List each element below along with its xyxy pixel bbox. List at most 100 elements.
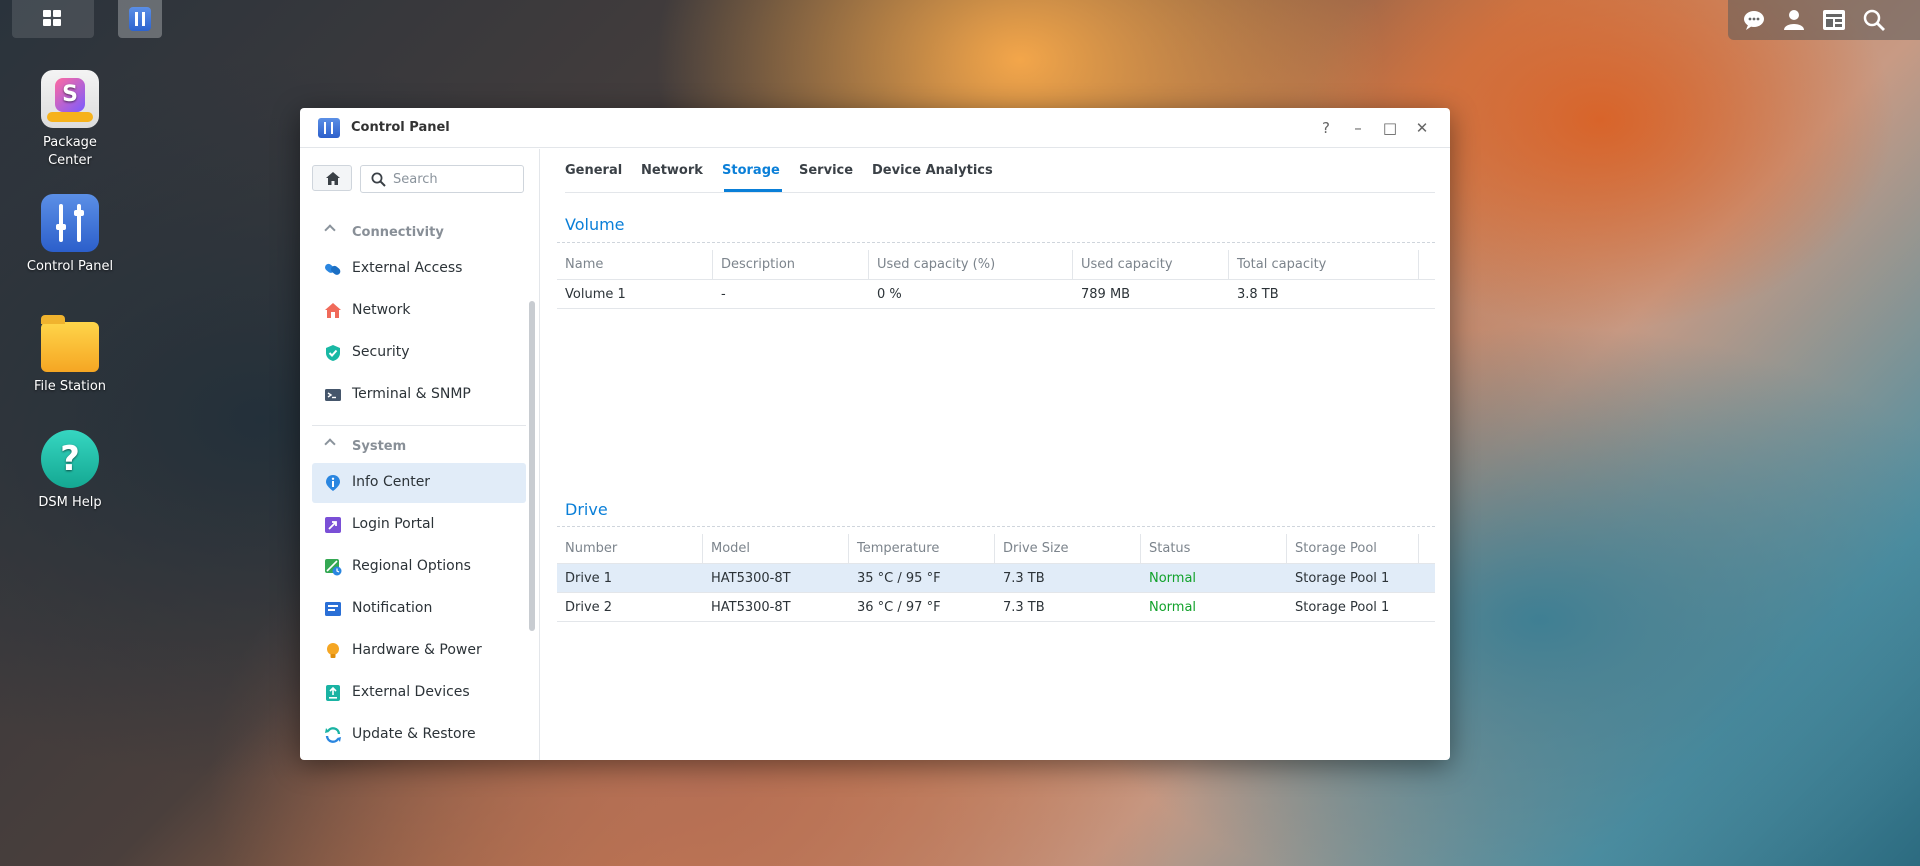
col-total-capacity[interactable]: Total capacity xyxy=(1229,250,1419,280)
drive-table-header: Number Model Temperature Drive Size Stat… xyxy=(557,534,1435,564)
window-title: Control Panel xyxy=(351,120,450,135)
folder-icon xyxy=(41,315,99,372)
sidebar-scrollbar[interactable] xyxy=(529,301,535,631)
desktop-file-station[interactable]: File Station xyxy=(20,314,120,396)
search-icon xyxy=(371,172,386,187)
sidebar-item-notification[interactable]: Notification xyxy=(312,589,526,629)
help-icon: ? xyxy=(41,430,99,488)
table-row[interactable]: Volume 1 - 0 % 789 MB 3.8 TB xyxy=(557,280,1435,309)
volume-table-header: Name Description Used capacity (%) Used … xyxy=(557,250,1435,280)
tab-general[interactable]: General xyxy=(565,163,622,178)
tab-divider xyxy=(565,192,1435,193)
desktop-icon-label: DSM Help xyxy=(38,495,102,510)
apps-grid-icon xyxy=(43,10,63,28)
volume-table: Name Description Used capacity (%) Used … xyxy=(557,250,1435,309)
main-menu-button[interactable] xyxy=(12,0,94,38)
cell-total-capacity: 3.8 TB xyxy=(1237,287,1279,302)
search-icon[interactable] xyxy=(1862,9,1886,31)
col-temperature[interactable]: Temperature xyxy=(849,534,995,564)
refresh-icon xyxy=(325,727,341,743)
desktop-icon-label: File Station xyxy=(33,379,107,394)
cell-status: Normal xyxy=(1149,571,1197,586)
tab-device-analytics[interactable]: Device Analytics xyxy=(872,163,993,178)
control-panel-icon xyxy=(41,194,99,252)
notification-icon xyxy=(325,602,341,616)
tab-network[interactable]: Network xyxy=(641,163,703,178)
col-drive-size[interactable]: Drive Size xyxy=(995,534,1141,564)
control-panel-window: Control Panel ? – □ ✕ Connectivity Ex xyxy=(300,108,1450,760)
minimize-button[interactable]: – xyxy=(1348,118,1368,138)
desktop-dsm-help[interactable]: ? DSM Help xyxy=(20,430,120,512)
sidebar-item-info-center[interactable]: Info Center xyxy=(312,463,526,503)
col-model[interactable]: Model xyxy=(703,534,849,564)
cell-temperature: 35 °C / 95 °F xyxy=(857,571,941,586)
widgets-icon[interactable] xyxy=(1822,9,1846,31)
sidebar-item-hardware-power[interactable]: Hardware & Power xyxy=(312,631,526,671)
control-panel-icon xyxy=(129,7,151,31)
desktop-icon-label: Control Panel xyxy=(26,259,114,274)
link-icon xyxy=(325,263,341,275)
desktop-control-panel[interactable]: Control Panel xyxy=(20,194,120,276)
maximize-button[interactable]: □ xyxy=(1380,118,1400,138)
section-divider xyxy=(312,425,526,426)
search-input[interactable] xyxy=(393,170,518,188)
col-description[interactable]: Description xyxy=(713,250,869,280)
table-row[interactable]: Drive 2 HAT5300-8T 36 °C / 97 °F 7.3 TB … xyxy=(557,593,1435,622)
chevron-up-icon xyxy=(324,438,336,450)
globe-clock-icon xyxy=(325,559,342,576)
taskbar-control-panel-button[interactable] xyxy=(118,0,162,38)
help-button[interactable]: ? xyxy=(1316,118,1336,138)
sidebar-item-security[interactable]: Security xyxy=(312,333,526,373)
desktop-package-center[interactable]: S Package Center xyxy=(20,70,120,170)
cell-name: Volume 1 xyxy=(565,287,626,302)
info-icon xyxy=(326,475,340,491)
sidebar-item-update-restore[interactable]: Update & Restore xyxy=(312,715,526,755)
cell-status: Normal xyxy=(1149,600,1197,615)
sidebar-item-regional-options[interactable]: Regional Options xyxy=(312,547,526,587)
tab-service[interactable]: Service xyxy=(799,163,853,178)
close-button[interactable]: ✕ xyxy=(1412,118,1432,138)
sidebar: Connectivity External Access Network Sec… xyxy=(300,149,540,760)
sidebar-item-terminal-snmp[interactable]: Terminal & SNMP xyxy=(312,375,526,415)
house-network-icon xyxy=(325,303,341,318)
col-used-capacity[interactable]: Used capacity xyxy=(1073,250,1229,280)
home-icon xyxy=(326,172,340,185)
volume-section-title: Volume xyxy=(565,215,625,234)
cell-storage-pool: Storage Pool 1 xyxy=(1295,600,1390,615)
chat-icon[interactable] xyxy=(1742,9,1766,31)
terminal-icon xyxy=(325,389,341,401)
table-row[interactable]: Drive 1 HAT5300-8T 35 °C / 95 °F 7.3 TB … xyxy=(557,564,1435,593)
external-device-icon xyxy=(326,685,340,701)
sidebar-item-external-access[interactable]: External Access xyxy=(312,249,526,289)
col-used-capacity-percent[interactable]: Used capacity (%) xyxy=(869,250,1073,280)
sidebar-item-login-portal[interactable]: Login Portal xyxy=(312,505,526,545)
col-name[interactable]: Name xyxy=(557,250,713,280)
control-panel-icon xyxy=(318,118,340,138)
cell-drive-size: 7.3 TB xyxy=(1003,600,1045,615)
user-icon[interactable] xyxy=(1782,9,1806,31)
search-field[interactable] xyxy=(360,165,524,193)
cell-number: Drive 1 xyxy=(565,571,613,586)
package-center-icon: S xyxy=(41,70,99,128)
home-button[interactable] xyxy=(312,165,352,191)
section-divider xyxy=(557,526,1435,527)
shield-icon xyxy=(326,345,340,361)
desktop-icon-label: Package Center xyxy=(43,135,97,168)
section-divider xyxy=(557,242,1435,243)
cell-used-capacity: 789 MB xyxy=(1081,287,1131,302)
section-system[interactable]: System xyxy=(312,431,526,463)
col-storage-pool[interactable]: Storage Pool xyxy=(1287,534,1419,564)
tab-storage[interactable]: Storage xyxy=(722,163,780,178)
sidebar-item-network[interactable]: Network xyxy=(312,291,526,331)
chevron-up-icon xyxy=(324,224,336,236)
login-portal-icon xyxy=(325,517,341,533)
system-tray xyxy=(1728,0,1920,40)
col-status[interactable]: Status xyxy=(1141,534,1287,564)
col-number[interactable]: Number xyxy=(557,534,703,564)
bulb-icon xyxy=(327,643,339,658)
cell-number: Drive 2 xyxy=(565,600,613,615)
section-connectivity[interactable]: Connectivity xyxy=(312,217,526,249)
window-titlebar[interactable]: Control Panel ? – □ ✕ xyxy=(300,108,1450,148)
cell-model: HAT5300-8T xyxy=(711,571,791,586)
sidebar-item-external-devices[interactable]: External Devices xyxy=(312,673,526,713)
